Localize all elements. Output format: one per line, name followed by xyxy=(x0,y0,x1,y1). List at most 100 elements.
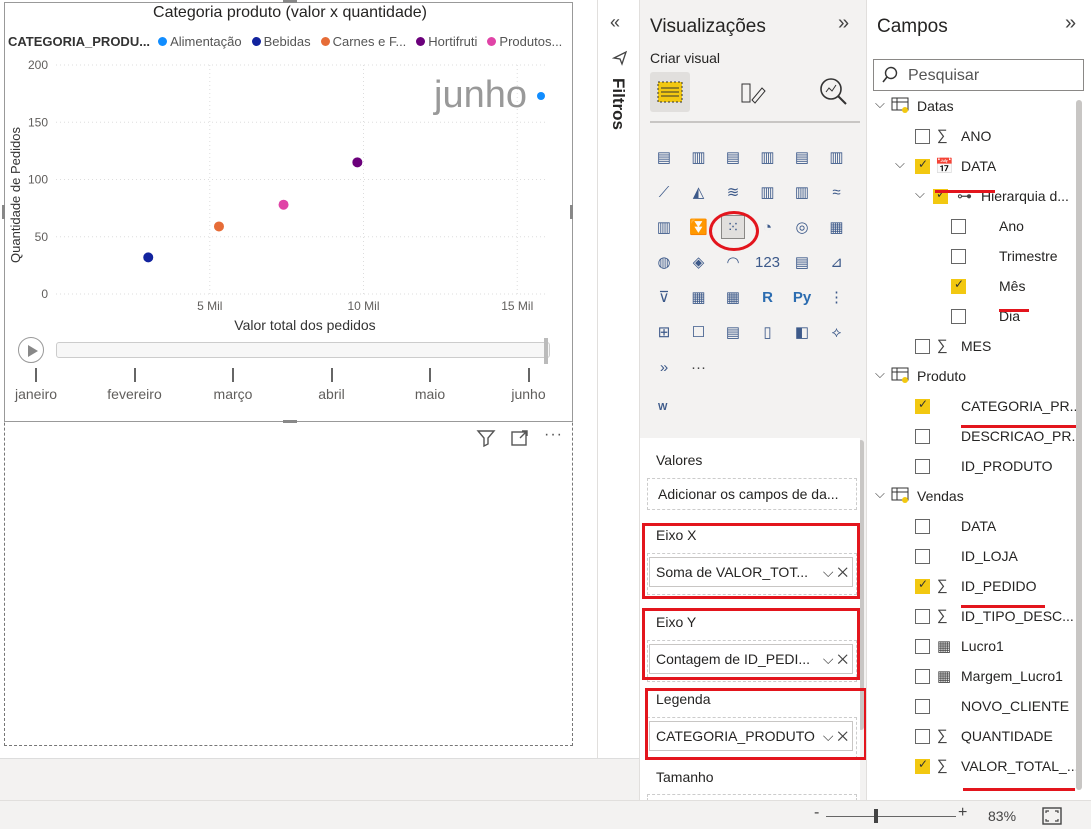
timeline-label[interactable]: junho xyxy=(511,386,545,402)
build-visual-tab[interactable] xyxy=(650,72,690,112)
field-id-loja[interactable]: ID_LOJA xyxy=(867,545,1072,569)
data-point[interactable] xyxy=(352,157,363,168)
qa-icon[interactable]: ☐ xyxy=(687,320,711,344)
timeline-label[interactable]: abril xyxy=(318,386,344,402)
search-box[interactable]: Pesquisar xyxy=(873,59,1084,91)
line-clustered-icon[interactable]: ▥ xyxy=(790,180,814,204)
field-checkbox[interactable] xyxy=(951,219,966,234)
legend-item[interactable]: Hortifruti xyxy=(416,34,477,49)
chevron-down-icon[interactable]: ⌵ xyxy=(875,366,885,382)
field-ano[interactable]: ∑ ANO xyxy=(867,125,1072,149)
custom-visual-icon[interactable]: W xyxy=(658,402,667,413)
timeline-label[interactable]: maio xyxy=(415,386,445,402)
legend-item[interactable]: Produtos... xyxy=(487,34,562,49)
fields-scrollbar[interactable] xyxy=(1076,100,1082,790)
legend-item[interactable]: Carnes e F... xyxy=(320,34,406,49)
field-checkbox[interactable] xyxy=(915,609,930,624)
legend-item[interactable]: Bebidas xyxy=(251,34,311,49)
field-checkbox[interactable] xyxy=(915,429,930,444)
field-mes-hier[interactable]: Mês xyxy=(867,275,1072,299)
ribbon-chart-icon[interactable]: ≈ xyxy=(825,180,849,204)
table-datas[interactable]: ⌵ Datas xyxy=(867,95,1072,119)
fit-to-page-icon[interactable] xyxy=(1042,807,1062,830)
field-id-produto[interactable]: ID_PRODUTO xyxy=(867,455,1072,479)
play-axis-handle[interactable] xyxy=(544,338,548,364)
paginated-report-icon[interactable]: ▯ xyxy=(756,320,780,344)
field-dia[interactable]: Dia xyxy=(867,305,1072,329)
funnel-icon[interactable]: ⏬ xyxy=(687,215,711,239)
data-point[interactable] xyxy=(278,199,289,210)
r-visual-icon[interactable]: R xyxy=(756,285,780,309)
field-quantidade[interactable]: ∑ QUANTIDADE xyxy=(867,725,1072,749)
data-point[interactable] xyxy=(143,252,154,263)
matrix-icon[interactable]: ▦ xyxy=(721,285,745,309)
field-checkbox[interactable] xyxy=(915,459,930,474)
legend-item[interactable]: Alimentação xyxy=(158,34,242,49)
field-hierarquia[interactable]: ⌵⊶Hierarquia d... xyxy=(867,185,1072,209)
resize-handle-bottom[interactable] xyxy=(283,420,297,423)
chevron-down-icon[interactable]: ⌵ xyxy=(875,486,885,502)
multi-row-card-icon[interactable]: ▤ xyxy=(790,250,814,274)
focus-mode-icon[interactable] xyxy=(510,428,530,452)
table-icon[interactable]: ▦ xyxy=(687,285,711,309)
data-point[interactable] xyxy=(213,221,224,232)
waterfall-icon[interactable]: ▥ xyxy=(652,215,676,239)
analytics-icon[interactable] xyxy=(818,76,850,113)
clustered-column-icon[interactable]: ▥ xyxy=(687,145,711,169)
pie-chart-icon[interactable]: ◔ xyxy=(756,215,780,239)
field-checkbox[interactable] xyxy=(915,519,930,534)
field-categoria[interactable]: CATEGORIA_PR... xyxy=(867,395,1081,419)
field-margem[interactable]: ▦ Margem_Lucro1 xyxy=(867,665,1072,689)
slicer-icon[interactable]: ⊽ xyxy=(652,285,676,309)
100-bar-icon[interactable]: ▤ xyxy=(790,145,814,169)
card-icon[interactable]: 123 xyxy=(755,250,780,274)
chevron-down-icon[interactable]: ⌵ xyxy=(915,186,925,202)
field-novo-cliente[interactable]: NOVO_CLIENTE xyxy=(867,695,1072,719)
smart-narrative-icon[interactable]: ▤ xyxy=(721,320,745,344)
search-input[interactable]: Pesquisar xyxy=(908,67,979,85)
zoom-out-button[interactable]: - xyxy=(814,804,819,822)
donut-chart-icon[interactable]: ◎ xyxy=(790,215,814,239)
area-chart-icon[interactable]: ◭ xyxy=(687,180,711,204)
100-column-icon[interactable]: ▥ xyxy=(825,145,849,169)
timeline-label[interactable]: março xyxy=(214,386,253,402)
field-checkbox[interactable] xyxy=(915,669,930,684)
chevron-down-icon[interactable]: ⌵ xyxy=(895,156,905,172)
field-checkbox[interactable] xyxy=(915,757,930,774)
decomposition-tree-icon[interactable]: ⊞ xyxy=(652,320,676,344)
power-automate-icon[interactable]: ⟡ xyxy=(825,320,849,344)
field-vendas-data[interactable]: DATA xyxy=(867,515,1072,539)
collapse-right-icon[interactable]: » xyxy=(838,12,849,35)
field-checkbox[interactable] xyxy=(915,549,930,564)
field-checkbox[interactable] xyxy=(951,309,966,324)
stacked-column-icon[interactable]: ▥ xyxy=(756,145,780,169)
resize-handle-top[interactable] xyxy=(283,0,297,3)
field-checkbox[interactable] xyxy=(915,129,930,144)
timeline-label[interactable]: janeiro xyxy=(15,386,57,402)
collapse-left-icon[interactable]: « xyxy=(610,12,620,33)
field-ano-hier[interactable]: Ano xyxy=(867,215,1072,239)
field-trimestre[interactable]: Trimestre xyxy=(867,245,1072,269)
field-valor-total[interactable]: ∑ VALOR_TOTAL_... xyxy=(867,755,1079,779)
field-checkbox[interactable] xyxy=(915,397,930,414)
field-checkbox[interactable] xyxy=(915,699,930,714)
chevron-down-icon[interactable]: ⌵ xyxy=(875,96,885,112)
python-visual-icon[interactable]: Py xyxy=(790,285,814,309)
line-column-icon[interactable]: ▥ xyxy=(756,180,780,204)
collapse-right-icon[interactable]: » xyxy=(1065,12,1076,35)
stacked-area-icon[interactable]: ≋ xyxy=(721,180,745,204)
stacked-bar-icon[interactable]: ▤ xyxy=(652,145,676,169)
field-mes[interactable]: ∑ MES xyxy=(867,335,1072,359)
field-id-pedido[interactable]: ∑ ID_PEDIDO xyxy=(867,575,1072,599)
field-data[interactable]: ⌵ 📅 DATA xyxy=(867,155,1072,179)
field-id-tipo[interactable]: ∑ ID_TIPO_DESC... xyxy=(867,605,1074,629)
line-chart-icon[interactable]: ⟋ xyxy=(652,180,676,204)
field-lucro[interactable]: ▦ Lucro1 xyxy=(867,635,1072,659)
kpi-icon[interactable]: ⊿ xyxy=(825,250,849,274)
timeline-label[interactable]: fevereiro xyxy=(107,386,161,402)
treemap-icon[interactable]: ▦ xyxy=(825,215,849,239)
filled-map-icon[interactable]: ◈ xyxy=(687,250,711,274)
zoom-slider-track[interactable] xyxy=(826,816,956,817)
zoom-slider-thumb[interactable] xyxy=(874,809,878,823)
field-checkbox[interactable] xyxy=(915,157,930,174)
